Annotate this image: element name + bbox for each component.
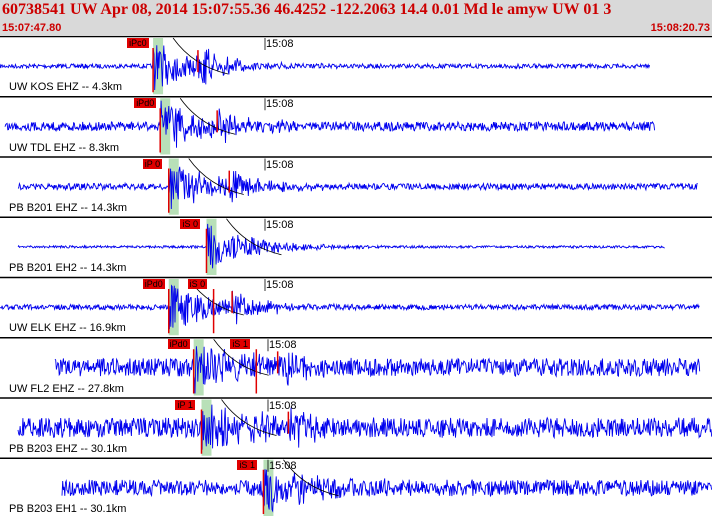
pick-tag[interactable]: iS 1 (230, 339, 250, 350)
trace-label: PB B201 EHZ -- 14.3km (9, 201, 127, 214)
pick-tag[interactable]: iP 0 (142, 158, 163, 169)
tick-label: 15:08 (269, 399, 297, 412)
tick-label: 15:08 (266, 98, 294, 111)
seismogram-panel: iPc0 15:08 UW KOS EHZ -- 4.3km iPd0 15:08 UW … (0, 35, 712, 518)
trace-label: UW ELK EHZ -- 16.9km (9, 322, 126, 335)
tick-label: 15:08 (266, 218, 294, 231)
trace-label: UW TDL EHZ -- 8.3km (9, 141, 120, 154)
trace-label: PB B203 EH1 -- 30.1km (9, 503, 127, 515)
trace-label: UW KOS EHZ -- 4.3km (9, 81, 123, 94)
pick-tag[interactable]: iPd0 (134, 98, 157, 109)
pick-tag[interactable]: iPd0 (142, 279, 165, 289)
pick-tag[interactable]: iPc0 (127, 38, 149, 48)
tick-label: 15:08 (269, 339, 297, 352)
end-time-label: 15:08:20.73 (650, 22, 710, 34)
tick-label: 15:08 (266, 279, 294, 291)
trace-label: PB B201 EH2 -- 14.3km (9, 262, 127, 274)
start-time-label: 15:07:47.80 (2, 22, 62, 34)
pick-tag[interactable]: iP 1 (175, 399, 195, 410)
pick-tag[interactable]: iPd0 (167, 339, 190, 350)
trace-label: UW FL2 EHZ -- 27.8km (9, 382, 124, 395)
trace-label: PB B203 EHZ -- 30.1km (9, 442, 127, 455)
event-title: 60738541 UW Apr 08, 2014 15:07:55.36 46.… (2, 1, 612, 18)
tick-label: 15:08 (266, 38, 294, 50)
pick-tag[interactable]: iS 0 (187, 279, 208, 289)
pick-tag[interactable]: iS 1 (237, 459, 257, 470)
pick-tag[interactable]: iS 0 (180, 218, 200, 229)
tick-label: 15:08 (269, 459, 297, 472)
event-header: 60738541 UW Apr 08, 2014 15:07:55.36 46.… (0, 0, 712, 36)
tick-label: 15:08 (266, 158, 294, 171)
waveform-trace (54, 346, 701, 394)
waveform-trace (61, 469, 712, 513)
